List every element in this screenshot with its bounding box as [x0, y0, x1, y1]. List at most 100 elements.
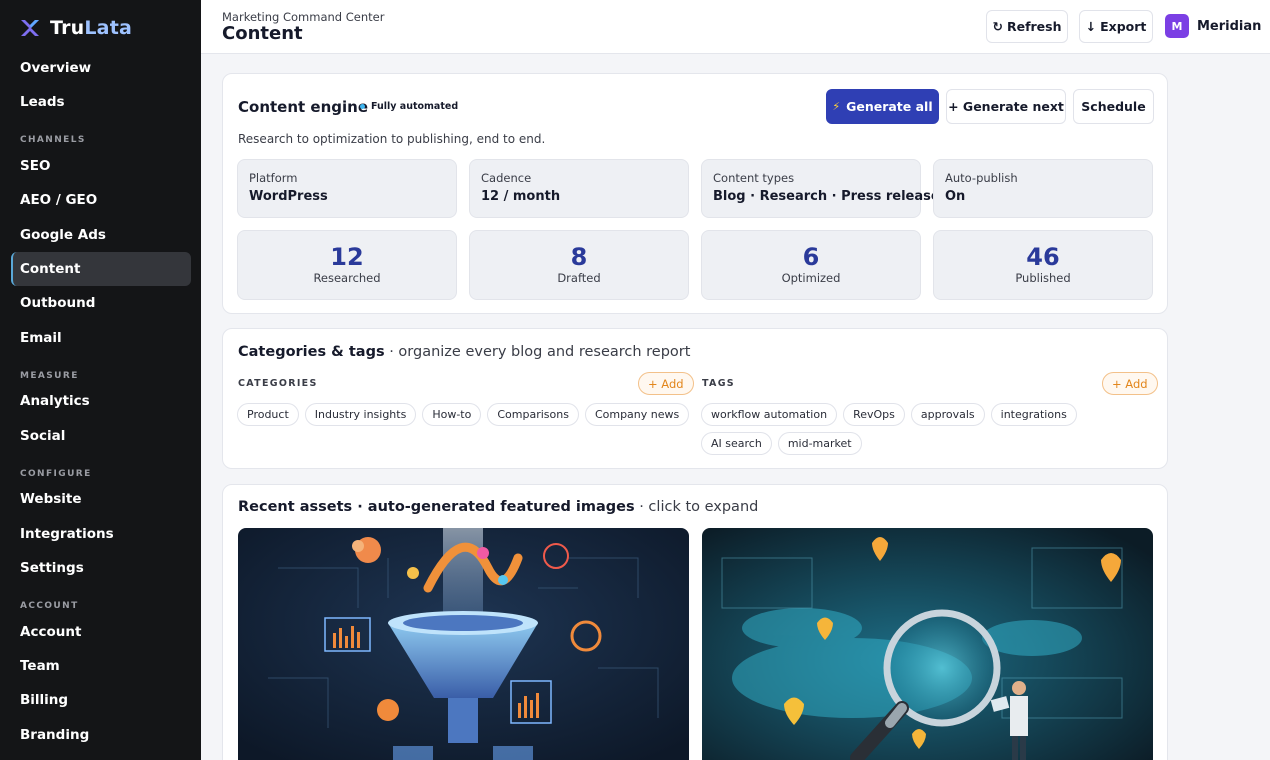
workspace-switcher[interactable]: M Meridian [1165, 14, 1261, 38]
sidebar-item-settings[interactable]: Settings [11, 551, 191, 585]
stat-researched: 12 Researched [237, 230, 457, 300]
sidebar-item-label: Overview [20, 60, 92, 76]
tag-chip[interactable]: mid-market [777, 432, 862, 455]
recent-assets-card: Recent assets · auto-generated featured … [222, 484, 1168, 760]
brand-name: TruLata [50, 17, 133, 39]
breadcrumb: Marketing Command Center [222, 10, 385, 24]
info-label: Platform [249, 171, 298, 185]
magnifier-map-illustration-icon [702, 528, 1153, 760]
sidebar-item-email[interactable]: Email [11, 321, 191, 355]
category-chip[interactable]: Product [237, 403, 299, 426]
schedule-button[interactable]: Schedule [1073, 89, 1154, 124]
sidebar-item-label: Leads [20, 94, 65, 110]
sidebar-item-label: Account [20, 624, 82, 640]
sidebar-item-leads[interactable]: Leads [11, 85, 191, 119]
page-title: Content [222, 23, 303, 44]
sidebar: TruLata Overview Leads CHANNELS SEO AEO … [0, 0, 201, 760]
sidebar-section-account: ACCOUNT [20, 601, 79, 611]
generate-all-button[interactable]: ⚡ Generate all [826, 89, 939, 124]
sidebar-item-social[interactable]: Social [11, 419, 191, 453]
schedule-label: Schedule [1081, 99, 1146, 114]
info-platform: Platform WordPress [237, 159, 457, 218]
lightning-icon: ⚡ [832, 100, 841, 113]
tag-chip[interactable]: integrations [990, 403, 1077, 426]
tag-chip[interactable]: approvals [910, 403, 985, 426]
sidebar-item-label: Social [20, 428, 66, 444]
section-title: Recent assets · auto-generated featured … [238, 499, 635, 515]
sidebar-item-account[interactable]: Account [11, 615, 191, 649]
sidebar-section-channels: CHANNELS [20, 135, 86, 145]
sidebar-item-outbound[interactable]: Outbound [11, 286, 191, 320]
tag-chip[interactable]: AI search [701, 432, 772, 455]
tag-chip[interactable]: workflow automation [701, 403, 838, 426]
info-cadence: Cadence 12 / month [469, 159, 689, 218]
category-chip[interactable]: Comparisons [487, 403, 579, 426]
content-engine-subtitle: Research to optimization to publishing, … [238, 132, 546, 146]
sidebar-item-integrations[interactable]: Integrations [11, 517, 191, 551]
sidebar-item-label: SEO [20, 158, 51, 174]
sidebar-item-label: AEO / GEO [20, 192, 98, 208]
arrow-down-icon: ↓ [1085, 19, 1097, 34]
section-title: Categories & tags [238, 344, 385, 360]
sidebar-item-label: Settings [20, 560, 84, 576]
category-chip[interactable]: Company news [584, 403, 690, 426]
info-value: WordPress [249, 189, 328, 204]
sidebar-item-overview[interactable]: Overview [11, 51, 191, 85]
sidebar-item-label: Outbound [20, 295, 96, 311]
tags-list: workflow automation RevOps approvals int… [701, 403, 1146, 455]
sidebar-item-label: Website [20, 491, 82, 507]
status-badge-label: Fully automated [371, 101, 459, 112]
content-engine-title: Content engine [238, 98, 368, 116]
add-tag-button[interactable]: + Add [1102, 372, 1158, 395]
info-value: Blog · Research · Press release [713, 189, 940, 204]
info-value: On [945, 189, 966, 204]
generate-next-label: + Generate next [948, 99, 1064, 114]
stat-label: Researched [313, 271, 381, 285]
stat-value: 46 [1026, 243, 1060, 271]
category-chip[interactable]: How-to [422, 403, 482, 426]
sidebar-item-aeo-geo[interactable]: AEO / GEO [11, 183, 191, 217]
sidebar-item-team[interactable]: Team [11, 649, 191, 683]
sidebar-item-seo[interactable]: SEO [11, 149, 191, 183]
info-value: 12 / month [481, 189, 561, 204]
sidebar-item-label: Branding [20, 727, 90, 743]
refresh-button[interactable]: ↻ Refresh [986, 10, 1068, 43]
info-label: Cadence [481, 171, 532, 185]
tag-chip[interactable]: RevOps [843, 403, 905, 426]
featured-image-funnel[interactable] [238, 528, 689, 760]
categories-label: CATEGORIES [238, 378, 318, 389]
recent-assets-title: Recent assets · auto-generated featured … [238, 499, 758, 515]
categories-tags-card: Categories & tags · organize every blog … [222, 328, 1168, 469]
tags-label: TAGS [702, 378, 735, 389]
brand-logo-icon [21, 20, 39, 36]
add-category-button[interactable]: + Add [638, 372, 694, 395]
sidebar-item-label: Content [20, 261, 81, 277]
stat-label: Published [1015, 271, 1071, 285]
sidebar-item-content[interactable]: Content [11, 252, 191, 286]
categories-tags-title: Categories & tags · organize every blog … [238, 344, 690, 360]
sidebar-item-label: Google Ads [20, 227, 106, 243]
stat-label: Optimized [781, 271, 841, 285]
sidebar-item-google-ads[interactable]: Google Ads [11, 218, 191, 252]
sidebar-item-label: Integrations [20, 526, 114, 542]
workspace-name: Meridian [1197, 18, 1262, 34]
sidebar-item-label: Team [20, 658, 60, 674]
category-chip[interactable]: Industry insights [304, 403, 417, 426]
sidebar-item-website[interactable]: Website [11, 482, 191, 516]
featured-image-map[interactable] [702, 528, 1153, 760]
stat-value: 6 [802, 243, 820, 271]
refresh-button-label: Refresh [1006, 19, 1062, 34]
sidebar-item-label: Billing [20, 692, 69, 708]
stat-value: 12 [330, 243, 364, 271]
sidebar-item-branding[interactable]: Branding [11, 718, 191, 752]
stat-label: Drafted [557, 271, 601, 285]
stat-drafted: 8 Drafted [469, 230, 689, 300]
sidebar-item-analytics[interactable]: Analytics [11, 384, 191, 418]
sidebar-section-configure: CONFIGURE [20, 469, 92, 479]
brand[interactable]: TruLata [18, 16, 132, 40]
status-dot-icon [360, 104, 365, 109]
sidebar-item-billing[interactable]: Billing [11, 683, 191, 717]
stat-value: 8 [570, 243, 588, 271]
export-button[interactable]: ↓ Export [1079, 10, 1153, 43]
generate-next-button[interactable]: + Generate next [946, 89, 1066, 124]
